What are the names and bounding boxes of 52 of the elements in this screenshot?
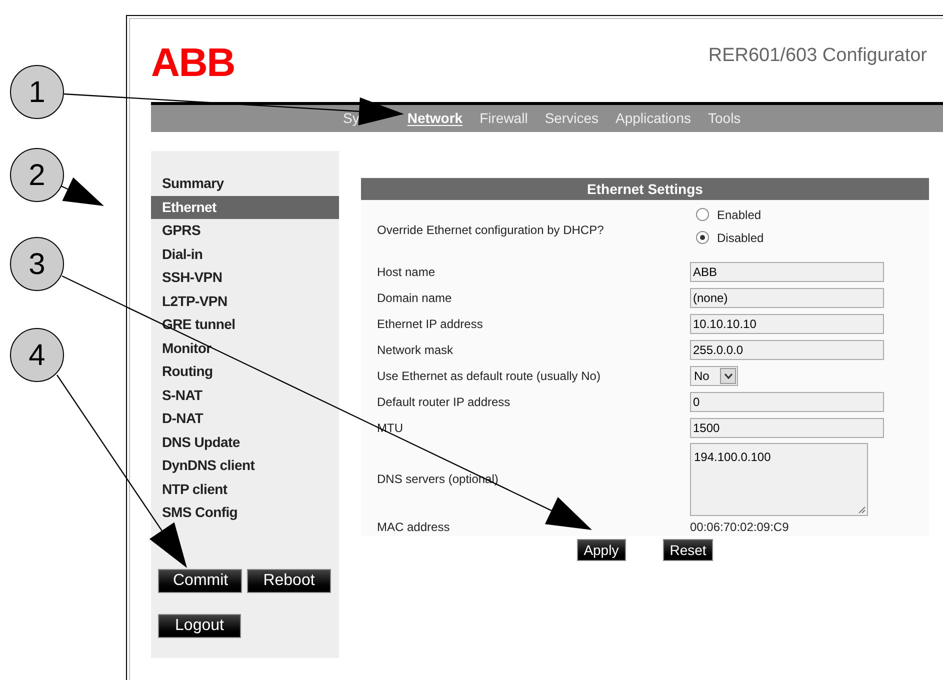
text-field[interactable]: ABB — [690, 262, 884, 282]
text-field[interactable]: (none) — [690, 288, 884, 308]
action-button[interactable]: Reboot — [247, 568, 331, 592]
callout-number: 1 — [10, 65, 64, 119]
action-button[interactable]: Commit — [158, 568, 242, 592]
callout-number: 2 — [10, 148, 64, 202]
field-label: Host name — [377, 264, 436, 281]
caret-icon — [720, 368, 736, 384]
sidebar-item[interactable]: Ethernet — [151, 196, 339, 219]
sidebar-item[interactable]: Monitor — [151, 336, 339, 360]
field-label: Use Ethernet as default route (usually No) — [377, 368, 602, 385]
field-label: Override Ethernet configuration by DHCP? — [377, 222, 605, 238]
form-button[interactable]: Reset — [662, 539, 714, 561]
sidebar-item[interactable]: SMS Config — [151, 501, 339, 524]
brand-logo: ABB — [151, 42, 235, 82]
sidebar-item[interactable]: NTP client — [151, 478, 339, 501]
radio-button[interactable] — [696, 231, 709, 244]
sidebar-item[interactable]: DynDNS client — [151, 454, 339, 478]
sidebar-item[interactable]: S-NAT — [151, 384, 339, 407]
field-label: Ethernet IP address — [377, 316, 484, 333]
sidebar-item[interactable]: GRE tunnel — [151, 313, 339, 336]
sidebar-item[interactable]: Dial-in — [151, 242, 339, 266]
resize-grip-icon[interactable] — [858, 506, 866, 514]
field-value: 00:06:70:02:09:C9 — [690, 518, 790, 536]
radio-label: Disabled — [717, 230, 764, 246]
sidebar-item[interactable]: GPRS — [151, 219, 339, 242]
text-field[interactable]: 255.0.0.0 — [690, 340, 884, 360]
radio-label: Enabled — [717, 206, 762, 224]
text-field[interactable]: 0 — [690, 392, 884, 412]
field-label: Default router IP address — [377, 394, 512, 411]
field-label: MTU — [377, 420, 404, 437]
action-button[interactable]: Logout — [158, 614, 241, 638]
field-label: Domain name — [377, 290, 453, 307]
callout-number: 3 — [10, 237, 64, 291]
app-title: RER601/603 Configurator — [708, 44, 927, 68]
sidebar-item[interactable]: D-NAT — [151, 407, 339, 430]
text-field[interactable]: 1500 — [690, 418, 884, 438]
sidebar-item[interactable]: Routing — [151, 360, 339, 384]
form-button[interactable]: Apply — [576, 539, 626, 561]
panel-title: Ethernet Settings — [361, 178, 929, 200]
text-field[interactable]: 10.10.10.10 — [690, 314, 884, 334]
sidebar-item[interactable]: SSH-VPN — [151, 266, 339, 290]
radio-button[interactable] — [696, 208, 709, 221]
sidebar-item[interactable]: L2TP-VPN — [151, 290, 339, 313]
field-label: MAC address — [377, 518, 451, 536]
callout-number: 4 — [10, 328, 64, 382]
sidebar-item[interactable]: Summary — [151, 172, 339, 196]
dropdown[interactable]: No — [690, 366, 738, 386]
text-area[interactable]: 194.100.0.100 — [690, 442, 868, 516]
field-label: Network mask — [377, 342, 454, 359]
sidebar-item[interactable]: DNS Update — [151, 430, 339, 454]
callout-arrow — [60, 177, 104, 206]
